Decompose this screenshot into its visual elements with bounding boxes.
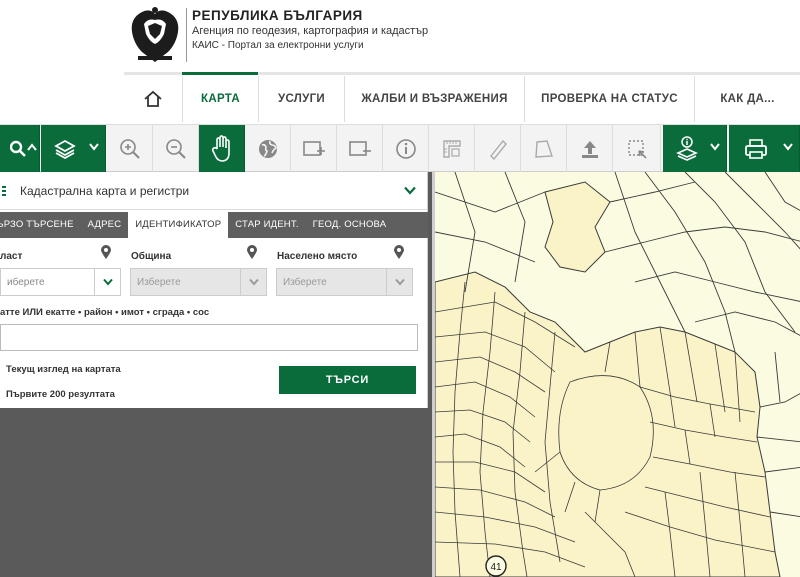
identifier-input[interactable] — [0, 324, 418, 351]
chevron-down-icon — [404, 186, 416, 195]
pan-tool-button[interactable] — [199, 125, 245, 172]
zoom-box-out-button[interactable] — [337, 125, 383, 172]
chevron-up-icon — [27, 143, 37, 151]
info-layers-icon — [675, 135, 698, 161]
search-button[interactable]: ТЪРСИ — [279, 366, 416, 394]
layer-dropdown-label: Кадастрална карта и регистри — [20, 184, 190, 198]
tab-address[interactable]: АДРЕС — [81, 212, 129, 238]
brand-title: РЕПУБЛИКА БЪЛГАРИЯ — [192, 8, 363, 23]
naseleno-select-value: Изберете — [283, 277, 327, 288]
measure-area-button[interactable] — [429, 125, 475, 172]
chevron-down-icon — [89, 143, 99, 151]
layer-dropdown[interactable]: Кадастрална карта и регистри — [0, 172, 428, 210]
map-pin-icon — [101, 245, 111, 259]
main-nav: КАРТА УСЛУГИ ЖАЛБИ И ВЪЗРАЖЕНИЯ ПРОВЕРКА… — [124, 76, 800, 122]
upload-icon — [581, 140, 598, 158]
naseleno-select[interactable]: Изберете — [276, 268, 413, 296]
nav-item-map[interactable]: КАРТА — [182, 76, 258, 122]
globe-button[interactable] — [245, 125, 291, 172]
zoom-box-out-icon — [348, 140, 371, 156]
chevron-down-icon — [710, 143, 720, 151]
brand-portal: КАИС - Портал за електронни услуги — [192, 40, 364, 51]
naseleno-label: Населено място — [277, 251, 358, 262]
zoom-box-in-icon — [302, 140, 325, 156]
obshtina-select[interactable]: Изберете — [130, 268, 267, 296]
current-view-option[interactable]: Текущ изглед на картата — [6, 364, 121, 375]
zoom-in-button[interactable] — [107, 125, 153, 172]
layer-list-icon — [2, 186, 6, 196]
search-tabs: ЪРЗО ТЪРСЕНЕ АДРЕС ИДЕНТИФИКАТОР СТАР ИД… — [0, 212, 428, 238]
zoom-out-button[interactable] — [153, 125, 199, 172]
ruler-area-icon — [442, 139, 461, 158]
nav-item-how-to[interactable]: КАК ДА... — [694, 76, 800, 122]
oblast-select-value: иберете — [7, 277, 45, 288]
cadastral-map[interactable]: 41 — [432, 172, 800, 577]
select-box-button[interactable] — [613, 125, 661, 172]
draw-polygon-button[interactable] — [521, 125, 567, 172]
map-info-layers-button[interactable] — [663, 125, 727, 172]
map-toolbar — [0, 124, 800, 172]
brand-agency: Агенция по геодезия, картография и кадас… — [192, 25, 429, 37]
road-number-label: 41 — [490, 562, 502, 573]
brand-block: РЕПУБЛИКА БЪЛГАРИЯ Агенция по геодезия, … — [186, 8, 429, 62]
chevron-down-icon — [248, 278, 259, 286]
tab-old-identifier[interactable]: СТАР ИДЕНТ. — [228, 212, 305, 238]
info-button[interactable] — [383, 125, 429, 172]
nav-underline — [124, 72, 800, 75]
chevron-down-icon — [102, 278, 113, 286]
identifier-label: атте ИЛИ екатте • район • имот • сграда … — [0, 307, 210, 318]
nav-item-services[interactable]: УСЛУГИ — [258, 76, 344, 122]
polygon-icon — [534, 139, 553, 158]
print-button[interactable] — [729, 125, 800, 172]
chevron-down-icon — [783, 143, 793, 151]
oblast-label: ласт — [0, 251, 23, 262]
coat-of-arms-logo — [131, 7, 179, 62]
obshtina-label: Община — [131, 251, 172, 262]
layers-button[interactable] — [41, 125, 106, 172]
info-icon — [395, 138, 416, 159]
upload-button[interactable] — [567, 125, 613, 172]
zoom-box-in-button[interactable] — [291, 125, 337, 172]
tab-geodetic-base[interactable]: ГЕОД. ОСНОВА — [306, 212, 394, 238]
tab-quick-search[interactable]: ЪРЗО ТЪРСЕНЕ — [0, 212, 81, 238]
search-panel: Кадастрална карта и регистри ЪРЗО ТЪРСЕН… — [0, 172, 432, 577]
hand-icon — [211, 134, 230, 162]
layers-icon — [54, 139, 76, 159]
nav-item-status-check[interactable]: ПРОВЕРКА НА СТАТУС — [524, 76, 694, 122]
tab-identifier[interactable]: ИДЕНТИФИКАТОР — [128, 212, 229, 238]
select-box-icon — [627, 139, 647, 159]
globe-icon — [258, 139, 277, 158]
measure-distance-button[interactable] — [475, 125, 521, 172]
header: РЕПУБЛИКА БЪЛГАРИЯ Агенция по геодезия, … — [0, 0, 800, 72]
first-results-option[interactable]: Първите 200 резултата — [6, 389, 115, 400]
ruler-icon — [489, 139, 507, 160]
map-pin-icon — [394, 245, 404, 259]
zoom-in-icon — [119, 138, 140, 159]
search-tool-button[interactable] — [0, 125, 40, 172]
nav-item-complaints[interactable]: ЖАЛБИ И ВЪЗРАЖЕНИЯ — [344, 76, 524, 122]
zoom-out-icon — [165, 138, 186, 159]
home-button[interactable] — [124, 76, 182, 122]
map-pin-icon — [247, 245, 257, 259]
printer-icon — [745, 138, 767, 159]
parcel-map-canvas[interactable]: 41 — [435, 172, 800, 577]
chevron-down-icon — [394, 278, 405, 286]
search-panel-content: Кадастрална карта и регистри ЪРЗО ТЪРСЕН… — [0, 172, 428, 408]
oblast-select[interactable]: иберете — [0, 268, 121, 296]
home-icon — [144, 90, 162, 107]
obshtina-select-value: Изберете — [137, 277, 181, 288]
